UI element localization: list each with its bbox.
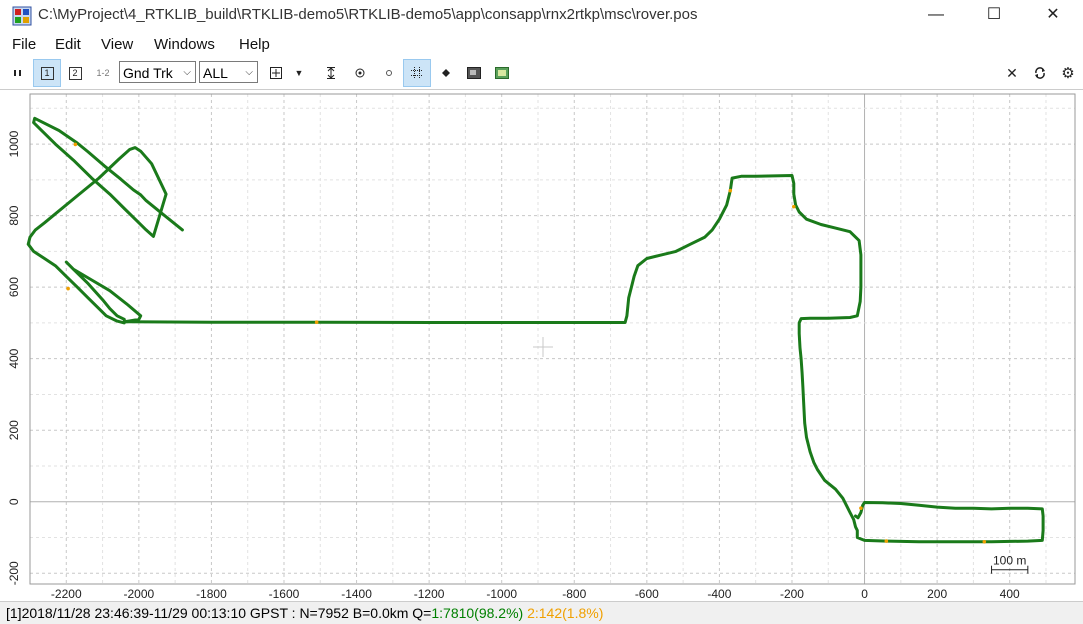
maximize-button[interactable]: ☐ bbox=[971, 0, 1017, 30]
plot-type-select[interactable]: Gnd Trk ⌵ bbox=[119, 61, 196, 83]
y-tick-label: -200 bbox=[7, 561, 21, 585]
chevron-down-icon: ⌵ bbox=[245, 67, 253, 78]
x-tick-label: 400 bbox=[1000, 587, 1020, 601]
scale-bar-label: 100 m bbox=[993, 554, 1026, 568]
window-title: C:\MyProject\4_RTKLIB_build\RTKLIB-demo5… bbox=[38, 6, 698, 23]
y-tick-label: 200 bbox=[7, 420, 21, 440]
dropdown-arrow-icon[interactable]: ▼ bbox=[285, 59, 313, 87]
map-layer-icon[interactable] bbox=[488, 59, 516, 87]
y-tick-label: 0 bbox=[7, 498, 21, 505]
close-button[interactable]: ✕ bbox=[1030, 0, 1076, 30]
float-point bbox=[859, 506, 863, 510]
satellite-value: ALL bbox=[203, 65, 228, 81]
plot-area[interactable]: -2200 -2000 -1800 -1600 -1400 -1200 -1000 -800-… bbox=[0, 89, 1083, 602]
float-point bbox=[66, 286, 70, 291]
track-series-0 bbox=[26, 116, 184, 325]
x-tick-label: -1400 bbox=[341, 587, 372, 601]
float-point bbox=[73, 142, 78, 147]
y-tick-label: 400 bbox=[7, 348, 21, 368]
x-tick-label: -1800 bbox=[196, 587, 227, 601]
chevron-down-icon: ⌵ bbox=[183, 67, 191, 78]
status-q2: 2:142(1.8%) bbox=[527, 605, 604, 621]
float-point bbox=[884, 539, 889, 543]
reload-icon[interactable] bbox=[1026, 59, 1054, 87]
menu-windows[interactable]: Windows bbox=[154, 36, 215, 53]
menu-view[interactable]: View bbox=[101, 36, 133, 53]
show-file2-button[interactable]: 2 bbox=[61, 59, 89, 87]
toolbar: 1 2 1-2 Gnd Trk ⌵ ALL ⌵ ▼ ✕ ⚙ bbox=[0, 58, 1083, 88]
x-tick-label: -400 bbox=[707, 587, 731, 601]
gear-icon[interactable]: ⚙ bbox=[1054, 59, 1082, 87]
status-bar: [1]2018/11/28 23:46:39-11/29 00:13:10 GP… bbox=[0, 601, 1083, 624]
float-point bbox=[982, 539, 987, 544]
menu-edit[interactable]: Edit bbox=[55, 36, 81, 53]
float-point bbox=[728, 188, 733, 193]
status-q1: 1:7810(98.2%) bbox=[431, 605, 524, 621]
float-point bbox=[314, 320, 319, 324]
x-tick-label: -2000 bbox=[124, 587, 155, 601]
center-point-icon[interactable] bbox=[346, 59, 374, 87]
ground-track-plot[interactable]: -2200 -2000 -1800 -1600 -1400 -1200 -1000 -800-… bbox=[0, 90, 1083, 602]
x-tick-label: -800 bbox=[562, 587, 586, 601]
show-diff-button[interactable]: 1-2 bbox=[89, 59, 117, 87]
plot-frame bbox=[29, 93, 1076, 585]
x-tick-label: -600 bbox=[635, 587, 659, 601]
title-bar: C:\MyProject\4_RTKLIB_build\RTKLIB-demo5… bbox=[0, 0, 1083, 32]
diamond-icon[interactable] bbox=[432, 59, 460, 87]
menu-help[interactable]: Help bbox=[239, 36, 270, 53]
x-tick-label: -1200 bbox=[414, 587, 445, 601]
clear-icon[interactable]: ✕ bbox=[998, 59, 1026, 87]
x-tick-label: 200 bbox=[927, 587, 947, 601]
rtkplot-app-icon bbox=[12, 6, 32, 26]
grid-toggle-icon[interactable] bbox=[403, 59, 431, 87]
pause-icon[interactable] bbox=[4, 59, 32, 87]
menu-file[interactable]: File bbox=[12, 36, 36, 53]
status-summary: [1]2018/11/28 23:46:39-11/29 00:13:10 GP… bbox=[6, 605, 432, 621]
x-tick-label: -1000 bbox=[486, 587, 517, 601]
y-tick-label: 600 bbox=[7, 277, 21, 297]
file1-label: 1 bbox=[40, 66, 54, 80]
image-icon[interactable] bbox=[460, 59, 488, 87]
x-tick-label: -200 bbox=[780, 587, 804, 601]
x-tick-label: -1600 bbox=[269, 587, 300, 601]
fit-vertical-icon[interactable] bbox=[317, 59, 345, 87]
plot-type-value: Gnd Trk bbox=[123, 65, 173, 81]
small-circle-icon[interactable] bbox=[375, 59, 403, 87]
file2-label: 2 bbox=[68, 66, 82, 80]
y-tick-label: 1000 bbox=[7, 130, 21, 157]
satellite-select[interactable]: ALL ⌵ bbox=[199, 61, 258, 83]
show-file1-button[interactable]: 1 bbox=[33, 59, 61, 87]
x-tick-label: 0 bbox=[861, 587, 868, 601]
x-tick-label: -2200 bbox=[51, 587, 82, 601]
float-point bbox=[791, 204, 796, 209]
y-tick-label: 800 bbox=[7, 205, 21, 225]
minimize-button[interactable]: — bbox=[913, 0, 959, 30]
menu-bar: File Edit View Windows Help bbox=[0, 33, 1083, 57]
